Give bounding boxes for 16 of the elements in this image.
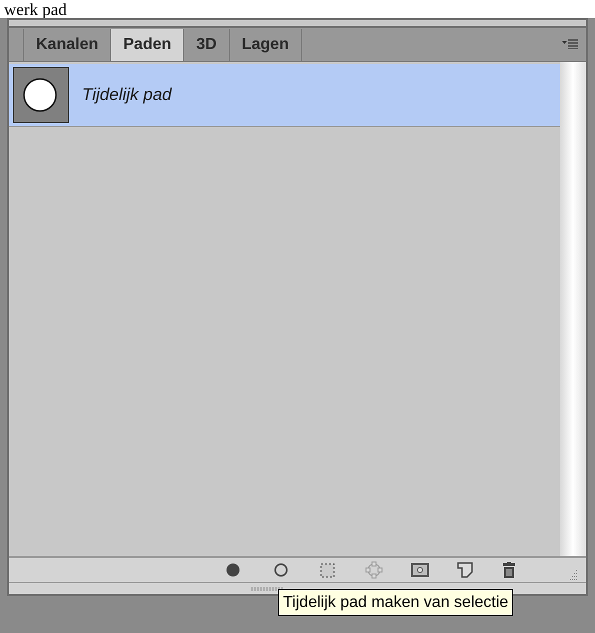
- tab[interactable]: Paden: [111, 29, 184, 61]
- path-row[interactable]: Tijdelijk pad: [9, 64, 560, 127]
- tab[interactable]: Kanalen: [23, 29, 112, 61]
- tab[interactable]: Lagen: [230, 29, 302, 61]
- panel-menu-icon[interactable]: [562, 39, 578, 49]
- selection-icon[interactable]: [320, 562, 335, 578]
- trash-icon[interactable]: [501, 562, 517, 578]
- path-thumbnail-icon: [13, 67, 69, 123]
- drag-grip-icon[interactable]: [250, 586, 284, 590]
- stroke-path-icon[interactable]: [274, 563, 288, 577]
- mask-icon[interactable]: [411, 563, 429, 577]
- new-path-icon[interactable]: [457, 562, 473, 578]
- scrollbar[interactable]: [560, 62, 586, 556]
- path-name: Tijdelijk pad: [82, 84, 172, 106]
- fill-path-icon[interactable]: [226, 563, 240, 577]
- tooltip: Tijdelijk pad maken van selectie: [278, 589, 514, 616]
